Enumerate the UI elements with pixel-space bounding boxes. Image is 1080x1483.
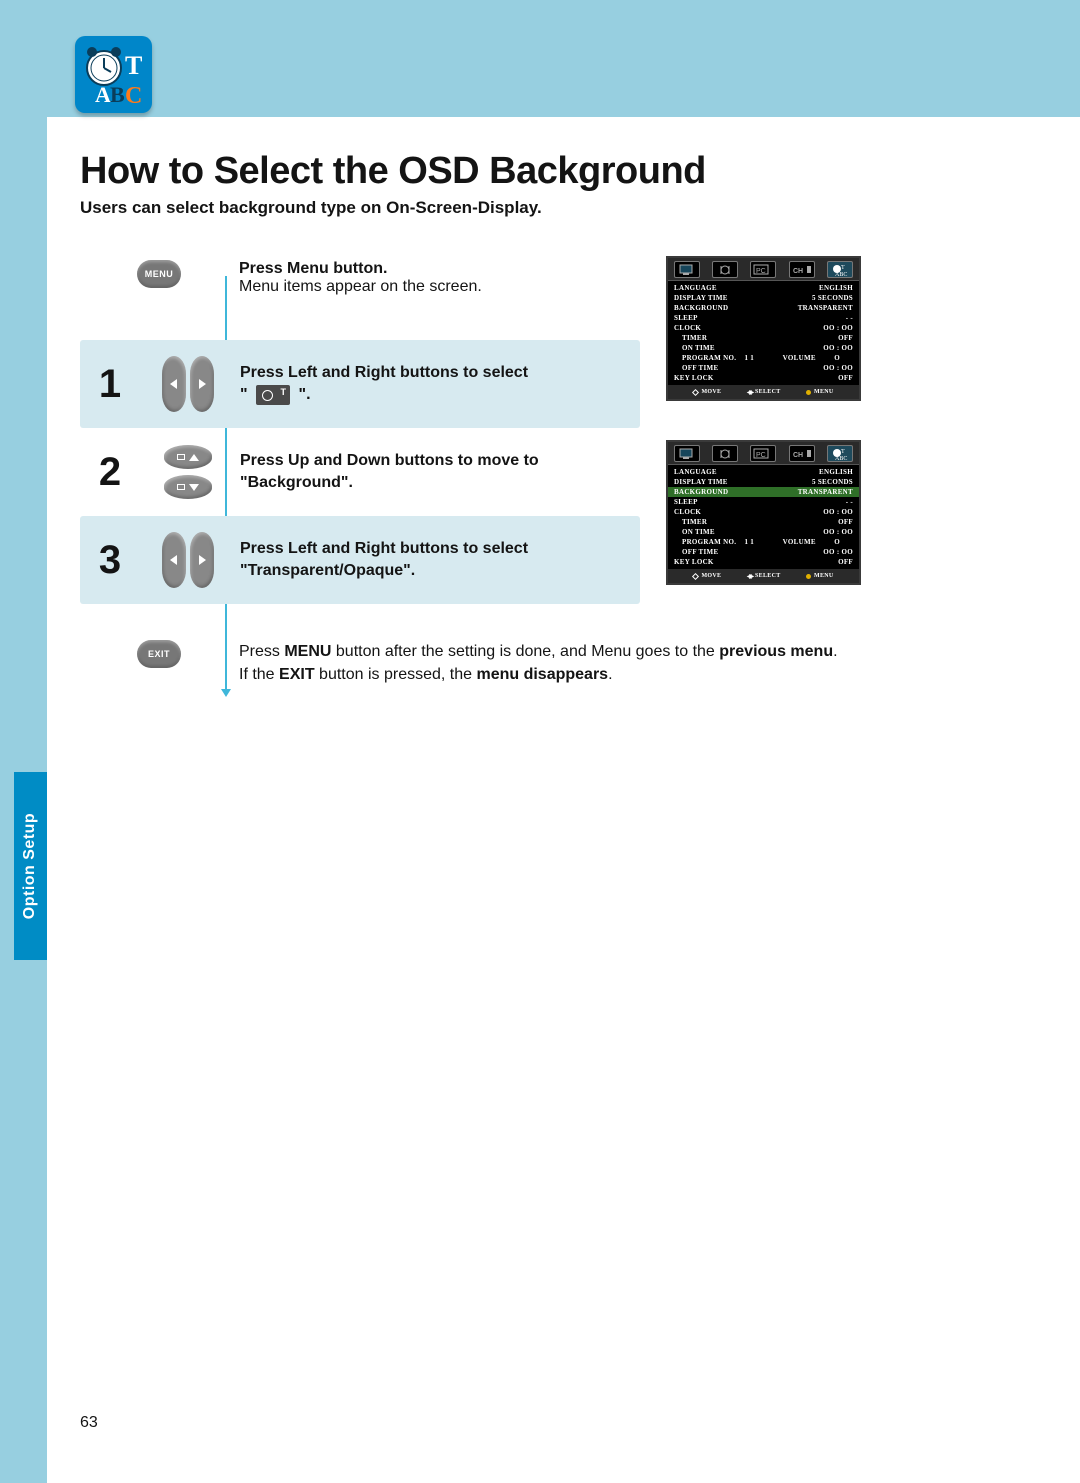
section-side-tab: Option Setup [14, 772, 47, 960]
osd-row: SLEEP- - [668, 313, 859, 323]
osd-row: CLOCKOO : OO [668, 323, 859, 333]
osd-row: BACKGROUNDTRANSPARENT [668, 487, 859, 497]
osd-row: BACKGROUNDTRANSPARENT [668, 303, 859, 313]
svg-text:CH: CH [793, 268, 803, 275]
osd-row: PROGRAM NO. 1 1 VOLUME O [668, 353, 859, 363]
osd-row: DISPLAY TIME5 SECONDS [668, 477, 859, 487]
osd-row: DISPLAY TIME5 SECONDS [668, 293, 859, 303]
osd-row: CLOCKOO : OO [668, 507, 859, 517]
step-row-2: 2 Press Up and Down buttons to move to "… [80, 428, 640, 516]
left-margin-band [0, 0, 47, 1483]
osd-screenshot-1: PC CH TABC LANGUAGEENGLISHDISPLAY TIME5 … [666, 256, 861, 401]
osd-footer: MOVE ◀▶SELECT MENU [668, 385, 859, 399]
intro-bold: Press Menu button. [239, 260, 482, 278]
intro-plain: Menu items appear on the screen. [239, 278, 482, 295]
osd-row: KEY LOCKOFF [668, 557, 859, 567]
exit-text: Press MENU button after the setting is d… [239, 640, 838, 686]
osd-row: OFF TIMEOO : OO [668, 547, 859, 557]
page-title: How to Select the OSD Background [80, 150, 706, 193]
osd-row: TIMEROFF [668, 333, 859, 343]
step-number: 3 [80, 538, 140, 583]
osd-tabbar: PC CH TABC [668, 258, 859, 281]
svg-text:PC: PC [756, 268, 766, 275]
osd-option-icon [256, 385, 290, 405]
page-number: 63 [80, 1414, 98, 1432]
svg-text:C: C [125, 83, 142, 109]
step-text-1: Press Left and Right buttons to select "… [236, 362, 640, 405]
section-side-label: Option Setup [22, 813, 40, 919]
svg-text:T: T [841, 449, 845, 455]
step-number: 2 [80, 450, 140, 495]
osd-row: ON TIMEOO : OO [668, 343, 859, 353]
osd-row: KEY LOCKOFF [668, 373, 859, 383]
osd-row: TIMEROFF [668, 517, 859, 527]
osd-row: LANGUAGEENGLISH [668, 283, 859, 293]
step-text-2: Press Up and Down buttons to move to "Ba… [236, 450, 640, 493]
exit-button-icon: EXIT [137, 640, 181, 668]
osd-tabbar: PC CH TABC [668, 442, 859, 465]
osd-row: SLEEP- - [668, 497, 859, 507]
left-right-icon [162, 356, 214, 412]
section-icon: T A B C [75, 36, 152, 113]
svg-text:T: T [125, 51, 142, 80]
osd-row: ON TIMEOO : OO [668, 527, 859, 537]
osd-row: LANGUAGEENGLISH [668, 467, 859, 477]
intro-text: Press Menu button. Menu items appear on … [239, 260, 482, 296]
step-row-3: 3 Press Left and Right buttons to select… [80, 516, 640, 604]
up-down-icon [164, 445, 212, 499]
svg-text:PC: PC [756, 452, 766, 459]
header-band [0, 0, 1080, 117]
svg-text:ABC: ABC [835, 272, 847, 276]
osd-screenshot-2: PC CH TABC LANGUAGEENGLISHDISPLAY TIME5 … [666, 440, 861, 585]
osd-footer: MOVE ◀▶SELECT MENU [668, 569, 859, 583]
step-number: 1 [80, 362, 140, 407]
osd-row: OFF TIMEOO : OO [668, 363, 859, 373]
svg-text:A: A [95, 82, 111, 107]
page-subtitle: Users can select background type on On-S… [80, 198, 542, 218]
step-text-3: Press Left and Right buttons to select "… [236, 538, 640, 581]
menu-button-icon: MENU [137, 260, 181, 288]
steps-list: 1 Press Left and Right buttons to select… [80, 340, 640, 604]
svg-text:ABC: ABC [835, 456, 847, 460]
left-right-icon [162, 532, 214, 588]
svg-text:B: B [110, 82, 125, 107]
step-row-1: 1 Press Left and Right buttons to select… [80, 340, 640, 428]
osd-row: PROGRAM NO. 1 1 VOLUME O [668, 537, 859, 547]
svg-text:CH: CH [793, 452, 803, 459]
svg-text:T: T [841, 265, 845, 271]
exit-row: EXIT Press MENU button after the setting… [137, 640, 897, 686]
